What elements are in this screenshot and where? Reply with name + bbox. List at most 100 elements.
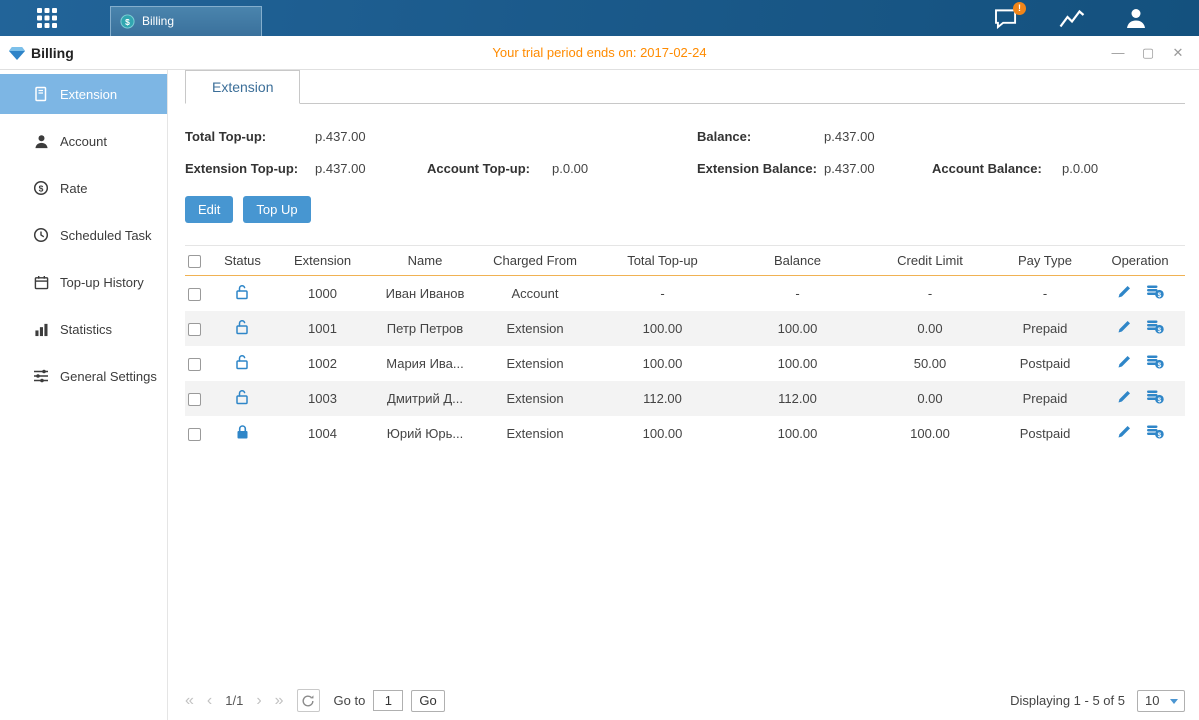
balance-label: Balance: [697, 125, 824, 148]
column-header-operation: Operation [1095, 246, 1185, 276]
go-button[interactable]: Go [411, 690, 444, 712]
billing-summary: Total Top-up: p.437.00 Balance: p.437.00… [185, 125, 1185, 180]
svg-text:$: $ [39, 183, 44, 193]
next-page-button[interactable]: › [256, 690, 261, 712]
first-page-button[interactable]: « [185, 690, 194, 712]
cell-balance: 100.00 [730, 416, 865, 451]
cell-balance: - [730, 276, 865, 311]
topup-icon[interactable]: $ [1146, 389, 1164, 407]
topup-icon[interactable]: $ [1146, 354, 1164, 372]
sidebar-item-label: Top-up History [60, 275, 144, 290]
account-icon [33, 133, 49, 149]
account-topup-value: p.0.00 [552, 157, 588, 180]
extension-table-body: 1000Иван ИвановAccount----$1001Петр Петр… [185, 276, 1185, 451]
row-checkbox[interactable] [188, 358, 201, 371]
sidebar-item-extension[interactable]: Extension [0, 74, 167, 114]
table-row: 1000Иван ИвановAccount----$ [185, 276, 1185, 311]
last-page-button[interactable]: » [275, 690, 284, 712]
cell-balance: 100.00 [730, 346, 865, 381]
cell-total-topup: - [595, 276, 730, 311]
svg-text:$: $ [1157, 292, 1161, 299]
row-checkbox[interactable] [188, 288, 201, 301]
edit-icon[interactable] [1117, 389, 1132, 407]
sidebar-item-general-settings[interactable]: General Settings [0, 356, 167, 396]
page-size-value: 10 [1145, 693, 1159, 708]
cell-extension: 1000 [270, 276, 375, 311]
topup-icon[interactable]: $ [1146, 319, 1164, 337]
svg-text:$: $ [1157, 432, 1161, 439]
cell-balance: 100.00 [730, 311, 865, 346]
cell-pay-type: Prepaid [995, 311, 1095, 346]
column-header-status: Status [215, 246, 270, 276]
edit-icon[interactable] [1117, 319, 1132, 337]
topup-history-icon [33, 274, 49, 290]
unlocked-icon[interactable] [235, 284, 250, 303]
refresh-icon[interactable] [297, 689, 320, 712]
main-content: Extension Total Top-up: p.437.00 Balance… [168, 70, 1199, 720]
cell-name: Дмитрий Д... [375, 381, 475, 416]
cell-charged-from: Extension [475, 381, 595, 416]
sidebar-item-statistics[interactable]: Statistics [0, 309, 167, 349]
table-header-row: StatusExtensionNameCharged FromTotal Top… [185, 246, 1185, 276]
tab-bar: Extension [185, 70, 1185, 104]
cell-credit-limit: - [865, 276, 995, 311]
maximize-button[interactable]: ▢ [1141, 45, 1155, 61]
unlocked-icon[interactable] [235, 319, 250, 338]
goto-page-input[interactable] [373, 690, 403, 711]
close-button[interactable]: ✕ [1171, 45, 1185, 61]
select-all-checkbox[interactable] [188, 255, 201, 268]
cell-pay-type: Postpaid [995, 416, 1095, 451]
edit-icon[interactable] [1117, 424, 1132, 442]
cell-total-topup: 100.00 [595, 416, 730, 451]
balance-value: p.437.00 [824, 125, 875, 148]
sidebar-item-scheduled-task[interactable]: Scheduled Task [0, 215, 167, 255]
extension-topup-value: p.437.00 [315, 157, 366, 180]
table-row: 1001Петр ПетровExtension100.00100.000.00… [185, 311, 1185, 346]
minimize-button[interactable]: — [1111, 45, 1125, 61]
column-header-charged-from: Charged From [475, 246, 595, 276]
cell-extension: 1002 [270, 346, 375, 381]
row-checkbox[interactable] [188, 393, 201, 406]
goto-label: Go to [334, 693, 366, 708]
tab-extension[interactable]: Extension [185, 70, 300, 104]
sidebar-item-label: Scheduled Task [60, 228, 152, 243]
sidebar-item-top-up-history[interactable]: Top-up History [0, 262, 167, 302]
row-checkbox[interactable] [188, 428, 201, 441]
row-checkbox[interactable] [188, 323, 201, 336]
apps-grid-icon[interactable] [34, 5, 60, 31]
prev-page-button[interactable]: ‹ [207, 690, 212, 712]
unlocked-icon[interactable] [235, 389, 250, 408]
table-row: 1003Дмитрий Д...Extension112.00112.000.0… [185, 381, 1185, 416]
pagination-bar: « ‹ 1/1 › » Go to Go Displaying 1 - 5 of… [185, 689, 1185, 712]
svg-text:$: $ [1157, 327, 1161, 334]
tab-billing[interactable]: $ Billing [110, 6, 262, 36]
cell-extension: 1001 [270, 311, 375, 346]
sidebar-item-label: Account [60, 134, 107, 149]
edit-button[interactable]: Edit [185, 196, 233, 223]
action-buttons: Edit Top Up [185, 196, 1185, 223]
edit-icon[interactable] [1117, 354, 1132, 372]
topup-icon[interactable]: $ [1146, 284, 1164, 302]
cell-name: Юрий Юрь... [375, 416, 475, 451]
trial-notice: Your trial period ends on: 2017-02-24 [0, 45, 1199, 60]
sidebar-item-label: Extension [60, 87, 117, 102]
chat-icon[interactable]: ! [994, 8, 1019, 29]
locked-icon[interactable] [235, 424, 250, 443]
statistics-icon [33, 321, 49, 337]
cell-pay-type: Postpaid [995, 346, 1095, 381]
user-icon[interactable] [1125, 7, 1147, 29]
unlocked-icon[interactable] [235, 354, 250, 373]
cell-charged-from: Extension [475, 416, 595, 451]
edit-icon[interactable] [1117, 284, 1132, 302]
chart-icon[interactable] [1059, 8, 1085, 28]
cell-pay-type: Prepaid [995, 381, 1095, 416]
window-title: Billing [31, 45, 74, 61]
top-up-button[interactable]: Top Up [243, 196, 310, 223]
topup-icon[interactable]: $ [1146, 424, 1164, 442]
sidebar-item-account[interactable]: Account [0, 121, 167, 161]
sidebar-item-label: Rate [60, 181, 87, 196]
sidebar-item-rate[interactable]: $ Rate [0, 168, 167, 208]
sidebar-item-label: Statistics [60, 322, 112, 337]
cell-charged-from: Account [475, 276, 595, 311]
page-size-select[interactable]: 10 [1137, 690, 1185, 712]
